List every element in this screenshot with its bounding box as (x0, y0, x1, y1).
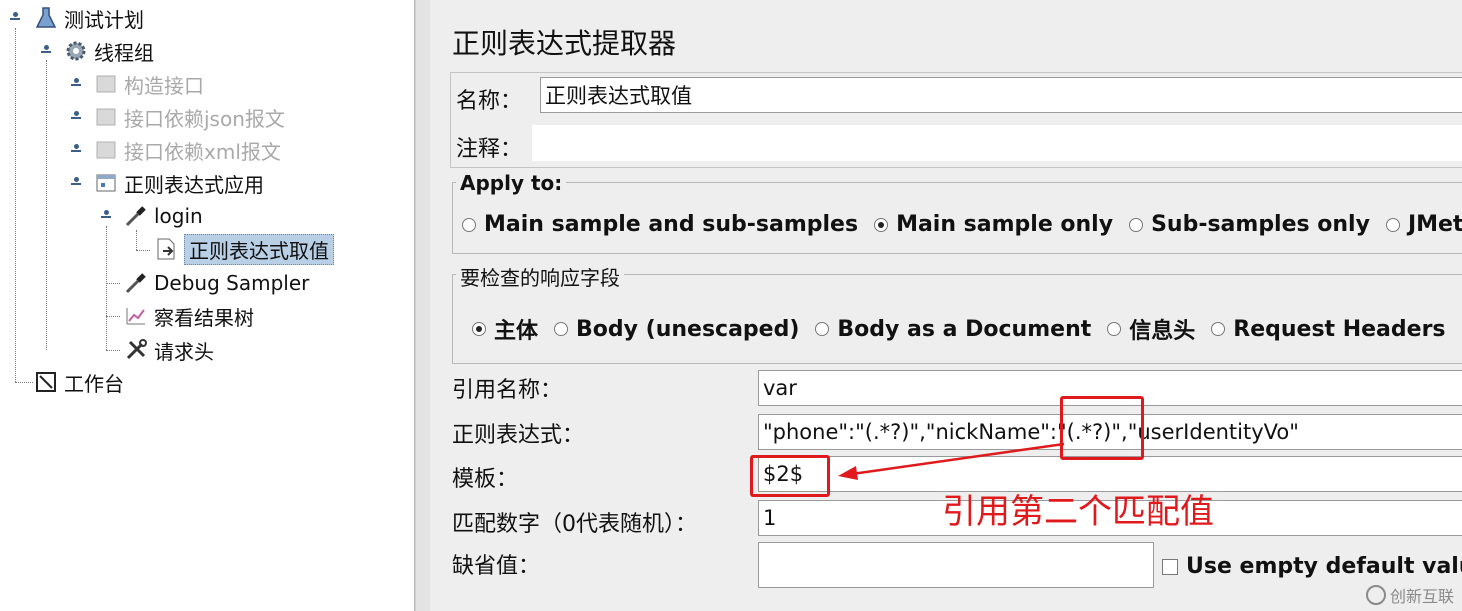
workbench-icon (34, 370, 58, 394)
tree-node-request-headers[interactable]: 请求头 (124, 335, 214, 365)
tree-guide-line (106, 316, 120, 317)
radio-body-as-document[interactable]: Body as a Document (815, 317, 1091, 342)
sampler-disabled-icon (94, 105, 118, 129)
tree-guide-line (136, 250, 150, 251)
tree-node-label: 构造接口 (124, 73, 204, 98)
panel-title: 正则表达式提取器 (452, 27, 677, 60)
template-label: 模板： (452, 467, 519, 492)
tree-node-label: 接口依赖json报文 (124, 106, 285, 131)
test-plan-tree: 测试计划 线程组 构造接口 接口依赖json报文 接口依赖xml报文 正则表达式… (0, 0, 415, 611)
match-no-label: 匹配数字（0代表随机）： (452, 512, 697, 537)
tree-node-label: 接口依赖xml报文 (124, 139, 281, 164)
name-label: 名称： (456, 89, 523, 114)
use-empty-default-option[interactable]: Use empty default value (1162, 554, 1462, 579)
annotation-highlight-template (750, 455, 830, 497)
tree-node-debug-sampler[interactable]: Debug Sampler (124, 268, 309, 298)
extractor-icon (154, 237, 178, 261)
pipette-icon (124, 271, 148, 295)
watermark-logo-icon (1365, 585, 1386, 605)
apply-to-options: Main sample and sub-samples Main sample … (462, 212, 1462, 237)
tree-node-label: 测试计划 (64, 7, 144, 32)
tree-node-label: 察看结果树 (154, 305, 254, 330)
tree-expand-handle[interactable] (41, 45, 51, 57)
radio-indicator (554, 322, 569, 336)
gear-icon (64, 39, 88, 63)
watermark: 创新互联 (1365, 583, 1454, 607)
radio-headers[interactable]: 信息头 (1107, 313, 1195, 345)
tree-guide-line (15, 28, 16, 382)
field-to-check-options: 主体 Body (unescaped) Body as a Document 信… (472, 313, 1462, 345)
tree-guide-line (15, 382, 33, 383)
tree-expand-handle[interactable] (71, 177, 81, 189)
tree-node-json-dependency[interactable]: 接口依赖json报文 (94, 102, 285, 132)
radio-indicator (1211, 322, 1226, 336)
default-value-input[interactable] (758, 542, 1154, 588)
radio-body[interactable]: 主体 (472, 313, 538, 345)
radio-main-only[interactable]: Main sample only (874, 212, 1113, 237)
radio-jmeter-variable[interactable]: JMeter (1385, 212, 1462, 237)
radio-body-unescaped[interactable]: Body (unescaped) (554, 317, 799, 342)
radio-indicator (1129, 217, 1144, 232)
ref-name-label: 引用名称： (452, 378, 563, 403)
radio-request-headers[interactable]: Request Headers (1211, 317, 1446, 342)
apply-to-title: Apply to: (456, 171, 567, 195)
tree-expand-handle[interactable] (71, 111, 81, 123)
comment-input[interactable] (532, 125, 1462, 161)
tree-node-thread-group[interactable]: 线程组 (64, 36, 154, 66)
tree-node-label: 工作台 (64, 371, 124, 396)
tree-expand-handle[interactable] (101, 210, 111, 222)
annotation-text: 引用第二个匹配值 (942, 492, 1214, 532)
tree-guide-line (106, 283, 120, 284)
radio-indicator-selected (874, 217, 889, 232)
tree-node-label: 请求头 (154, 339, 214, 364)
radio-main-and-sub[interactable]: Main sample and sub-samples (462, 212, 858, 237)
use-empty-default-checkbox[interactable] (1162, 558, 1178, 575)
sampler-disabled-icon (94, 72, 118, 96)
radio-indicator (815, 322, 830, 336)
name-input[interactable]: 正则表达式取值 (540, 77, 1462, 113)
tree-node-regex-application[interactable]: 正则表达式应用 (94, 168, 264, 198)
radio-sub-only[interactable]: Sub-samples only (1129, 212, 1370, 237)
tree-node-regex-extractor[interactable]: 正则表达式取值 (154, 233, 334, 265)
radio-indicator (462, 217, 476, 232)
tree-node-test-plan[interactable]: 测试计划 (34, 3, 144, 33)
tree-guide-line (106, 350, 120, 351)
wrench-icon (124, 338, 148, 362)
flask-icon (34, 6, 58, 30)
tree-expand-handle[interactable] (71, 78, 81, 90)
comment-label: 注释： (456, 137, 523, 162)
tree-node-view-results-tree[interactable]: 察看结果树 (124, 301, 254, 331)
radio-indicator-selected (472, 322, 486, 336)
regex-extractor-panel: 正则表达式提取器 名称： 正则表达式取值 注释： Apply to: Main … (430, 0, 1462, 611)
split-pane-divider[interactable] (415, 0, 431, 611)
pipette-icon (124, 204, 148, 228)
controller-icon (94, 171, 118, 195)
tree-node-label: 线程组 (94, 40, 154, 65)
tree-node-login[interactable]: login (124, 201, 203, 231)
annotation-arrow (838, 442, 1065, 480)
regex-label: 正则表达式： (452, 423, 585, 448)
tree-node-xml-dependency[interactable]: 接口依赖xml报文 (94, 135, 281, 165)
tree-node-label: Debug Sampler (154, 271, 310, 295)
radio-indicator (1107, 322, 1122, 336)
tree-expand-handle[interactable] (71, 144, 81, 156)
tree-guide-line (136, 230, 137, 250)
tree-node-label: 正则表达式应用 (124, 172, 264, 197)
tree-node-label: login (154, 204, 203, 228)
field-to-check-title: 要检查的响应字段 (456, 262, 624, 291)
tree-node-workbench[interactable]: 工作台 (34, 367, 124, 397)
tree-node-label: 正则表达式取值 (184, 233, 334, 265)
tree-guide-line (106, 226, 107, 350)
tree-expand-handle[interactable] (10, 12, 20, 24)
tree-node-build-api[interactable]: 构造接口 (94, 69, 204, 99)
chart-icon (124, 304, 148, 328)
tree-guide-line (46, 60, 47, 350)
use-empty-default-label: Use empty default value (1186, 554, 1462, 579)
annotation-highlight-second-group (1060, 396, 1144, 460)
default-value-label: 缺省值： (452, 554, 541, 579)
sampler-disabled-icon (94, 138, 118, 162)
radio-indicator (1385, 217, 1400, 232)
